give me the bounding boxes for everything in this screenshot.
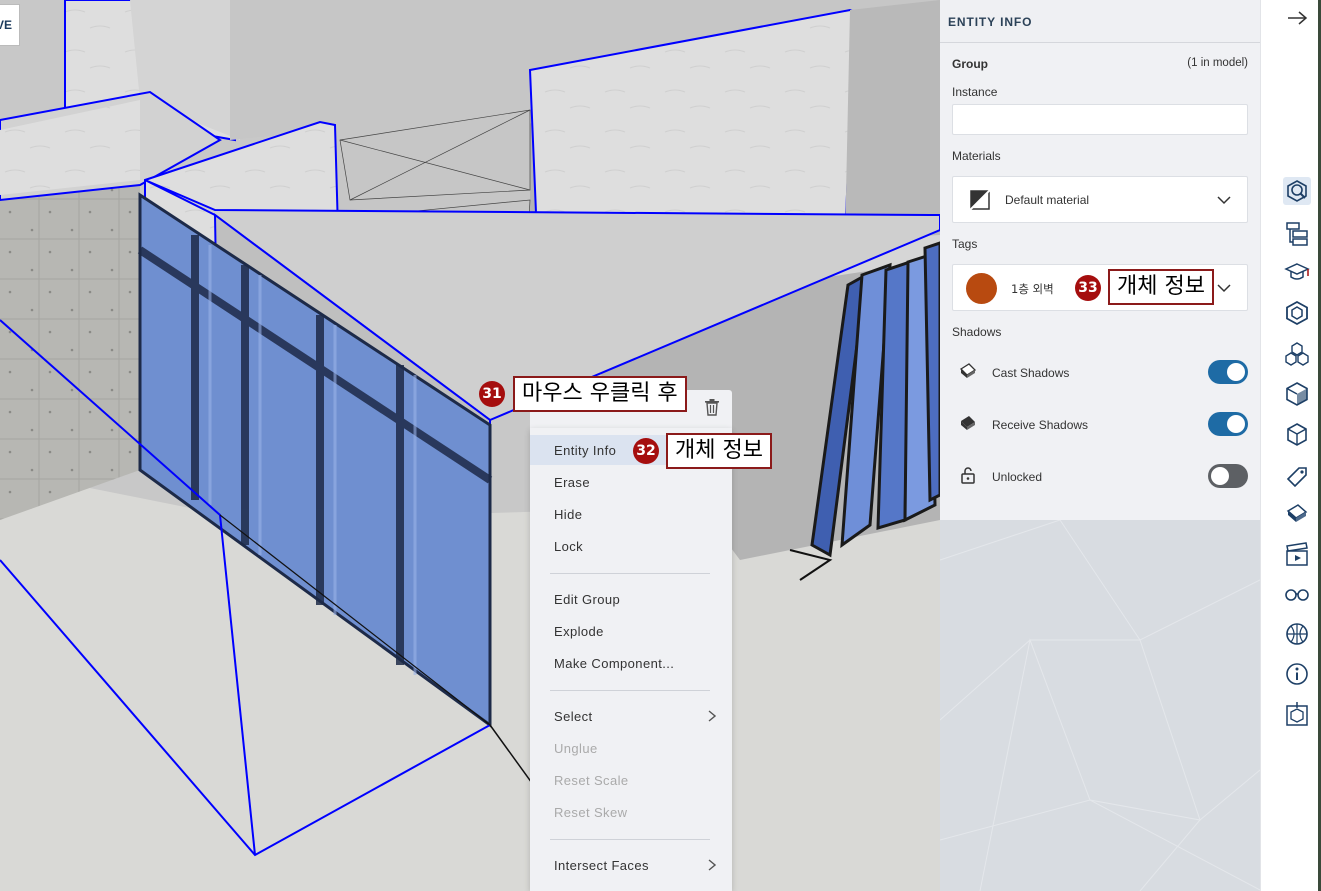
perspective-tab[interactable]: VE: [0, 4, 20, 46]
menu-item-label: Erase: [554, 474, 590, 490]
menu-item-make-component[interactable]: Make Component...: [530, 648, 732, 678]
panel-background-pattern: [940, 520, 1260, 891]
menu-item-unglue: Unglue: [530, 733, 732, 763]
materials-label: Materials: [952, 149, 1001, 163]
callout-entity-info-menu: 개체 정보: [666, 433, 772, 469]
entity-count: (1 in model): [1187, 57, 1248, 69]
toggle-knob: [1227, 415, 1245, 433]
menu-item-lock[interactable]: Lock: [530, 531, 732, 561]
menu-separator: [550, 690, 710, 691]
material-name: Default material: [1005, 193, 1090, 207]
model-info-icon[interactable]: [1283, 420, 1311, 448]
menu-item-label: Select: [554, 708, 593, 724]
callout-entity-info-panel: 개체 정보: [1108, 269, 1214, 305]
menu-item-reset-scale: Reset Scale: [530, 765, 732, 795]
menu-item-label: Lock: [554, 538, 584, 554]
chevron-right-icon: [708, 859, 716, 871]
shadows-label: Shadows: [952, 325, 1002, 339]
menu-item-label: Unglue: [554, 740, 598, 756]
scenes-icon[interactable]: [1283, 541, 1311, 569]
menu-item-edit-group[interactable]: Edit Group: [530, 584, 732, 614]
entity-info-panel: ENTITY INFO Group (1 in model) Instance …: [940, 0, 1260, 891]
chevron-right-icon: [708, 710, 716, 722]
toggle-knob: [1211, 467, 1229, 485]
receive-shadows-toggle[interactable]: [1208, 412, 1248, 436]
instance-label: Instance: [952, 85, 998, 99]
styles-icon[interactable]: [1283, 380, 1311, 408]
menu-item-erase[interactable]: Erase: [530, 467, 732, 497]
menu-item-label: Make Component...: [554, 655, 675, 671]
callout-badge-33: 33: [1075, 275, 1101, 301]
menu-separator: [550, 573, 710, 574]
receive-shadows-icon: [961, 416, 975, 430]
chevron-down-icon: [1217, 196, 1231, 205]
unlocked-toggle[interactable]: [1208, 464, 1248, 488]
menu-item-select[interactable]: Select: [530, 701, 732, 731]
menu-item-label: Entity Info: [554, 442, 617, 458]
tag-color-swatch: [966, 273, 997, 304]
tags-icon[interactable]: [1283, 461, 1311, 489]
entity-type: Group: [952, 57, 988, 71]
menu-item-explode[interactable]: Explode: [530, 616, 732, 646]
chevron-down-icon: [1217, 284, 1231, 293]
menu-item-label: Edit Group: [554, 591, 621, 607]
perspective-tab-label: VE: [0, 18, 12, 32]
outliner-icon[interactable]: [1283, 219, 1311, 247]
arrow-right-icon[interactable]: [1286, 10, 1308, 26]
3d-viewport[interactable]: VE: [0, 0, 940, 891]
menu-item-label: Reset Skew: [554, 804, 628, 820]
instructor-icon[interactable]: [1283, 259, 1311, 287]
menu-item-label: Hide: [554, 506, 583, 522]
cast-shadows-label: Cast Shadows: [992, 366, 1070, 380]
display-icon[interactable]: [1283, 620, 1311, 648]
unlock-icon: [961, 467, 975, 484]
components-icon[interactable]: [1283, 299, 1311, 327]
right-toolbar: [1260, 0, 1321, 891]
info-icon[interactable]: [1283, 660, 1311, 688]
panel-header: ENTITY INFO: [940, 0, 1260, 43]
instance-input[interactable]: [952, 104, 1248, 135]
export-icon[interactable]: [1283, 700, 1311, 728]
callout-badge-32: 32: [633, 438, 659, 464]
scene-drawing: [0, 0, 940, 891]
callout-badge-31: 31: [479, 381, 505, 407]
material-dropdown[interactable]: Default material: [952, 176, 1248, 223]
soften-edges-icon[interactable]: [1283, 580, 1311, 608]
cast-shadows-toggle[interactable]: [1208, 360, 1248, 384]
menu-item-label: Reset Scale: [554, 772, 629, 788]
receive-shadows-label: Receive Shadows: [992, 418, 1089, 432]
menu-item-label: Intersect Faces: [554, 857, 649, 873]
context-menu: Entity Info Erase Hide Lock Edit Group E…: [530, 428, 732, 891]
menu-item-hide[interactable]: Hide: [530, 499, 732, 529]
panel-title: ENTITY INFO: [948, 15, 1033, 29]
materials-icon[interactable]: [1283, 340, 1311, 368]
cast-shadows-icon: [959, 363, 977, 378]
shadows-icon[interactable]: [1283, 500, 1311, 528]
tags-label: Tags: [952, 237, 978, 251]
default-material-icon: [969, 189, 991, 211]
menu-item-intersect-faces[interactable]: Intersect Faces: [530, 850, 732, 880]
menu-item-label: Explode: [554, 623, 604, 639]
unlocked-label: Unlocked: [992, 470, 1043, 484]
callout-right-click: 마우스 우클릭 후: [513, 376, 687, 412]
menu-item-reset-skew: Reset Skew: [530, 797, 732, 827]
entity-info-icon[interactable]: [1283, 177, 1311, 205]
trash-icon[interactable]: [704, 398, 720, 416]
menu-separator: [550, 839, 710, 840]
tag-name: 1층 외벽: [1011, 282, 1054, 296]
toggle-knob: [1227, 363, 1245, 381]
